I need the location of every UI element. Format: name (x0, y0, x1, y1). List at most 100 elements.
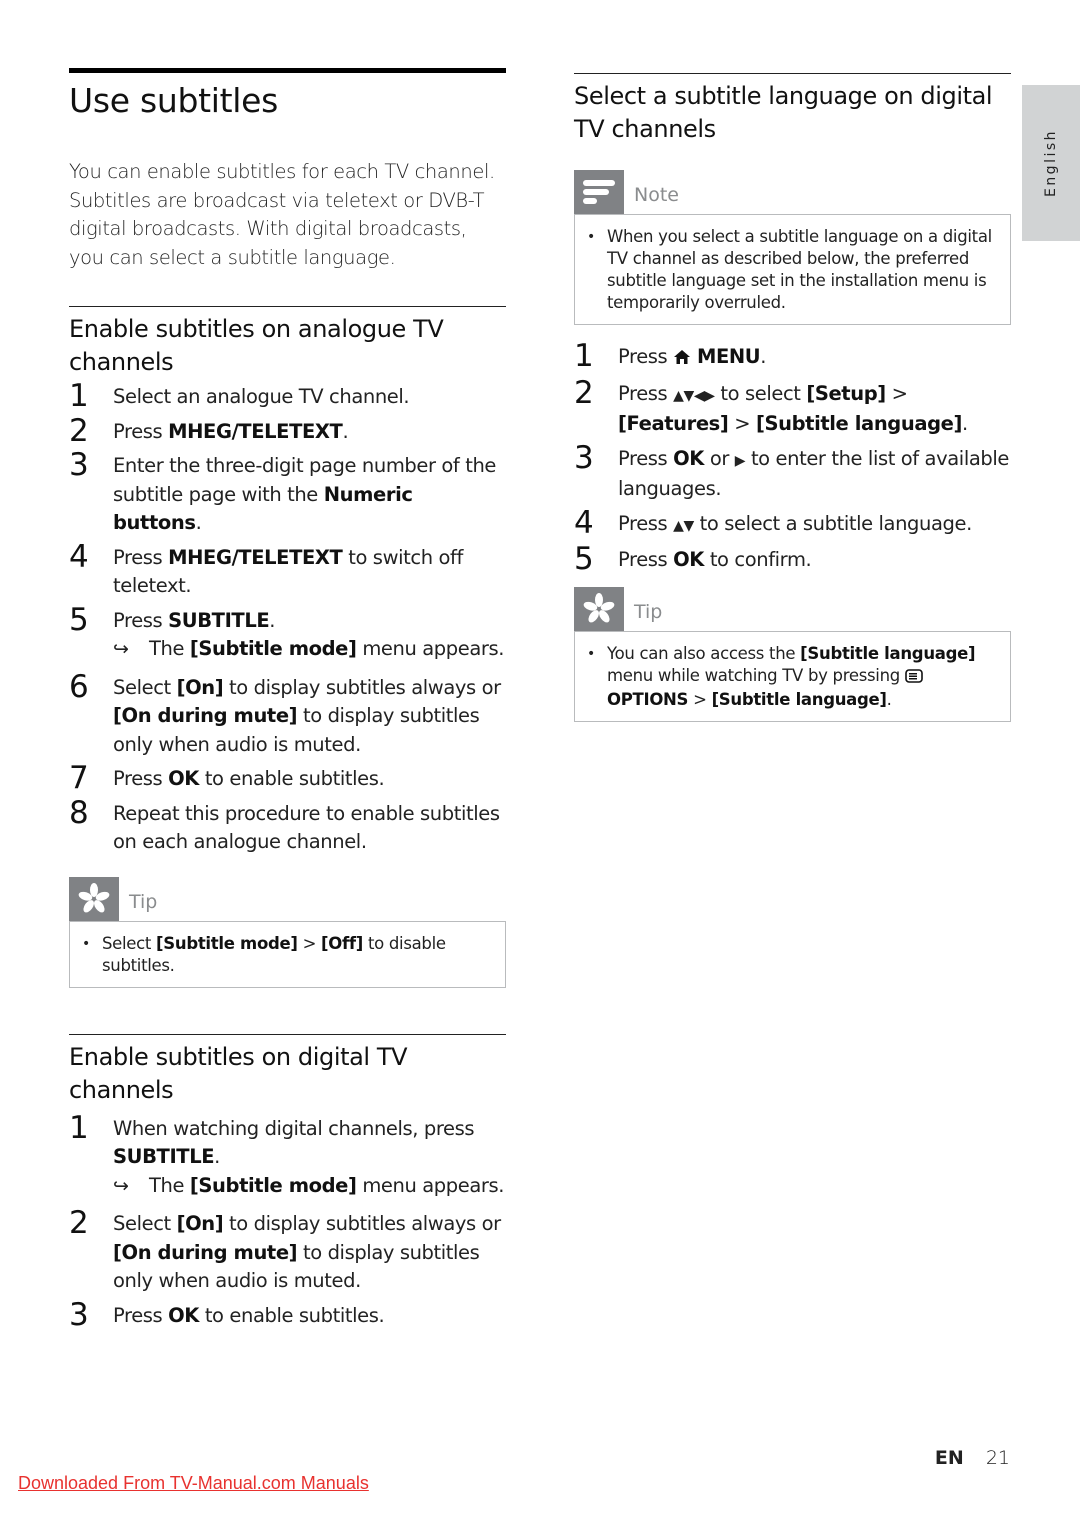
section-rule (69, 1033, 506, 1035)
step-text: . (195, 511, 202, 534)
step-text: to confirm. (704, 548, 812, 571)
step-text: Press (618, 511, 674, 535)
step-text: Press (618, 381, 674, 405)
section-rule (574, 73, 1011, 74)
tip-label: Tip (129, 890, 158, 913)
step-3: 3 Press OK to enable subtitles. (69, 1298, 506, 1332)
step-8: 8 Repeat this procedure to enable subtit… (69, 796, 506, 857)
tip-text: . (886, 689, 892, 709)
step-3: 3 Enter the three-digit page number of t… (69, 448, 506, 538)
step-text: to enable subtitles. (199, 1303, 385, 1327)
step-text: to display subtitles always or (223, 675, 501, 699)
step-number: 7 (69, 760, 89, 796)
step-number: 8 (69, 794, 89, 831)
step-number: 3 (574, 439, 594, 476)
analogue-tip-box: Tip Select [Subtitle mode] > [Off] to di… (69, 876, 506, 988)
title-rule (69, 68, 506, 73)
step-number: 1 (69, 1109, 89, 1146)
language-tab: English (1022, 85, 1080, 241)
step-text: Press (113, 545, 169, 569)
home-icon (673, 345, 691, 374)
step-number: 3 (69, 1296, 89, 1333)
result-text: The (149, 1173, 190, 1197)
tip-body: Select [Subtitle mode] > [Off] to disabl… (69, 920, 506, 988)
result-text: The (149, 637, 190, 660)
step-5: 5 Press OK to confirm. (574, 542, 1011, 576)
step-text: Press (618, 446, 674, 470)
intro-paragraph: You can enable subtitles for each TV cha… (69, 160, 495, 269)
step-1: 1 Press MENU. (574, 339, 1011, 374)
navigation-arrows-icon: ▲▼◀▶ (673, 387, 715, 404)
step-number: 2 (574, 374, 594, 411)
tip-header: Tip (69, 876, 506, 921)
tip-text: You can also access the (607, 643, 801, 663)
step-text: Select an analogue TV channel. (113, 385, 410, 408)
step-text: Press (113, 1303, 169, 1327)
step-number: 1 (574, 338, 594, 374)
step-number: 5 (574, 541, 594, 577)
tip-star-icon (69, 876, 119, 921)
step-text: Press (618, 345, 674, 368)
menu-label: [Features] (618, 412, 729, 435)
option-label: [On during mute] (113, 1240, 298, 1264)
step-text: Repeat this procedure to enable subtitle… (113, 801, 500, 854)
menu-label: [Subtitle language] (755, 412, 962, 435)
option-label: [On] (176, 1212, 224, 1235)
tip-body: You can also access the [Subtitle langua… (574, 630, 1011, 722)
step-text: Select (113, 675, 177, 699)
result-arrow-icon: ↪ (113, 1174, 129, 1197)
analogue-steps: 1 Select an analogue TV channel. 2 Press… (69, 379, 506, 857)
page-number: 21 (985, 1447, 1010, 1469)
step-5: 5 Press SUBTITLE. ↪ The [Subtitle mode] … (69, 603, 506, 664)
step-text: to display subtitles always or (223, 1212, 501, 1235)
result-text: menu appears. (356, 1173, 505, 1197)
note-label: Note (634, 184, 679, 206)
language-heading: Select a subtitle language on digital TV… (574, 82, 993, 143)
step-result: ↪ The [Subtitle mode] menu appears. (113, 1172, 506, 1201)
note-item: When you select a subtitle language on a… (587, 226, 998, 314)
analogue-heading: Enable subtitles on analogue TV channels (69, 315, 444, 376)
watermark-link[interactable]: Downloaded From TV-Manual.com Manuals (18, 1473, 369, 1494)
step-text: Press (113, 767, 169, 790)
key-label: OK (673, 446, 705, 470)
section-rule (69, 306, 506, 307)
menu-label: [Subtitle language] (711, 689, 887, 709)
key-label: MHEG/TELETEXT (168, 419, 343, 443)
step-text: Press (113, 608, 169, 632)
step-text: to enable subtitles. (199, 767, 385, 790)
language-tip-box: Tip You can also access the [Subtitle la… (574, 586, 1011, 722)
key-label: OK (673, 548, 705, 571)
tip-label: Tip (634, 600, 663, 623)
tip-star-icon (574, 586, 624, 631)
step-7: 7 Press OK to enable subtitles. (69, 761, 506, 795)
option-label: [Off] (321, 933, 364, 953)
page-footer: EN 21 (935, 1447, 1010, 1469)
right-column: Select a subtitle language on digital TV… (574, 73, 1011, 722)
tip-header: Tip (574, 586, 1011, 631)
key-label: OK (168, 1303, 200, 1327)
key-label: SUBTITLE (113, 1145, 215, 1168)
step-text: Enter the three-digit page number of the… (113, 454, 496, 506)
step-number: 2 (69, 1205, 89, 1241)
language-code: EN (934, 1447, 964, 1469)
key-label: MENU (696, 345, 761, 368)
step-4: 4 Press MHEG/TELETEXT to switch off tele… (69, 540, 506, 601)
step-number: 3 (69, 447, 89, 483)
note-body: When you select a subtitle language on a… (574, 214, 1011, 325)
step-text: Press (618, 548, 674, 571)
step-1: 1 When watching digital channels, press … (69, 1111, 506, 1201)
separator: > (297, 933, 322, 953)
step-text: to select a subtitle language. (693, 511, 973, 535)
step-2: 2 Select [On] to display subtitles alway… (69, 1206, 506, 1296)
result-text: menu appears. (356, 637, 505, 660)
step-text: or (704, 446, 735, 470)
step-text: . (214, 1145, 220, 1168)
step-number: 5 (69, 601, 89, 638)
key-label: OK (168, 767, 200, 790)
step-text: Select (113, 1212, 177, 1235)
left-column: Use subtitles You can enable subtitles f… (69, 68, 506, 1336)
option-label: [On during mute] (113, 704, 298, 727)
step-text: . (269, 608, 276, 632)
step-2: 2 Press MHEG/TELETEXT. (69, 414, 506, 448)
step-result: ↪ The [Subtitle mode] menu appears. (113, 635, 506, 664)
